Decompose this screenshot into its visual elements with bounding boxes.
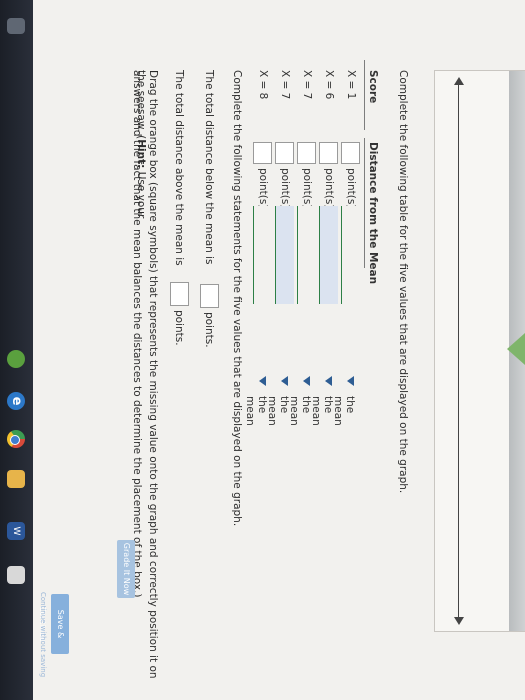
direction-select[interactable]: the mean	[332, 206, 360, 426]
score-value: X = 6	[323, 70, 335, 100]
statements-instructions: Complete the following statements for th…	[231, 70, 243, 527]
table-row: X = 6 point(s) the mean	[310, 60, 339, 480]
table-row: X = 8 point(s) the mean	[244, 60, 273, 480]
below-mean-suffix: points.	[203, 312, 215, 348]
number-line-left-arrow-icon	[454, 77, 464, 85]
unit-label: point(s)	[279, 168, 291, 209]
score-value: X = 1	[345, 70, 357, 100]
distance-input[interactable]	[319, 142, 338, 164]
distance-header: Distance from the Mean	[367, 142, 379, 285]
chevron-down-icon	[303, 376, 310, 386]
distance-input[interactable]	[275, 142, 294, 164]
chevron-down-icon	[259, 376, 266, 386]
continue-without-saving-link[interactable]: Continue without saving	[39, 592, 47, 677]
fulcrum-icon	[507, 333, 525, 365]
score-value: X = 7	[301, 70, 313, 100]
direction-select[interactable]: the mean	[244, 206, 272, 426]
unit-label: point(s)	[257, 168, 269, 209]
distance-input[interactable]	[297, 142, 316, 164]
direction-select[interactable]: the mean	[310, 206, 338, 426]
above-mean-input[interactable]	[170, 282, 189, 306]
score-value: X = 7	[279, 70, 291, 100]
table-row: X = 7 point(s) the mean	[266, 60, 295, 480]
below-mean-input[interactable]	[200, 284, 219, 308]
score-value: X = 8	[257, 70, 269, 100]
unit-label: point(s)	[345, 168, 357, 209]
monitor-icon[interactable]	[7, 18, 25, 34]
chevron-down-icon	[281, 376, 288, 386]
score-header: Score	[367, 70, 379, 104]
above-mean-prefix: The total distance above the mean is	[173, 70, 185, 266]
table-row: X = 7 point(s) the mean	[288, 60, 317, 480]
distance-header-rule	[364, 138, 365, 268]
taskbar: e W	[0, 0, 33, 700]
below-mean-prefix: The total distance below the mean is	[203, 70, 215, 265]
internet-explorer-icon[interactable]: e	[7, 392, 25, 410]
direction-select[interactable]: the mean	[288, 206, 316, 426]
distance-input[interactable]	[253, 142, 272, 164]
table-instructions: Complete the following table for the fiv…	[397, 70, 409, 494]
chevron-down-icon	[325, 376, 332, 386]
table-row: X = 1 point(s) the mean	[332, 60, 361, 480]
unit-label: point(s)	[323, 168, 335, 209]
save-continue-button[interactable]: Save & Continue	[38, 594, 69, 654]
number-line	[458, 83, 459, 619]
score-header-rule	[364, 60, 365, 130]
grade-button[interactable]: Grade It Now	[117, 540, 135, 598]
distance-input[interactable]	[341, 142, 360, 164]
word-icon[interactable]: W	[7, 522, 25, 540]
app-tile-icon[interactable]	[7, 566, 25, 584]
direction-selected: the mean	[244, 396, 268, 426]
unit-label: point(s)	[301, 168, 313, 209]
drag-instructions-line2: answers and the fact that the mean balan…	[131, 70, 143, 598]
rotated-screen: Complete the following table for the fiv…	[0, 0, 525, 700]
above-mean-suffix: points.	[173, 310, 185, 346]
chrome-icon[interactable]	[7, 430, 25, 448]
seesaw-graph[interactable]	[434, 70, 525, 632]
number-line-right-arrow-icon	[454, 617, 464, 625]
direction-select[interactable]: the mean	[266, 206, 294, 426]
chevron-down-icon	[347, 376, 354, 386]
app-green-icon[interactable]	[7, 350, 25, 368]
folder-icon[interactable]	[7, 470, 25, 488]
